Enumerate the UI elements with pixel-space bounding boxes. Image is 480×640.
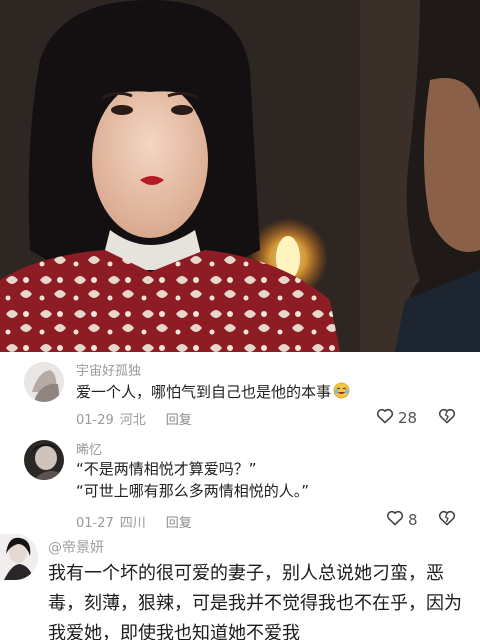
dislike-button[interactable] (438, 408, 456, 428)
comment-text: “不是两情相悦才算爱吗？” “可世上哪有那么多两情相悦的人。” (76, 458, 309, 502)
comment-list: 宇宙好孤独 爱一个人，哪怕气到自己也是他的本事 01-29 河北 回复 28 晞忆 … (0, 352, 480, 640)
comment-item: 晞忆 “不是两情相悦才算爱吗？” “可世上哪有那么多两情相悦的人。” 01-27… (0, 432, 480, 532)
avatar[interactable] (24, 362, 64, 402)
broken-heart-outline-icon (438, 510, 456, 530)
comment-line: “可世上哪有那么多两情相悦的人。” (76, 482, 310, 500)
comment-location: 河北 (119, 413, 146, 428)
username[interactable]: 宇宙好孤独 (76, 360, 141, 379)
heart-outline-icon (386, 510, 404, 530)
comment-meta: 01-27 四川 回复 (76, 512, 192, 531)
like-count: 28 (398, 409, 418, 427)
comment-date: 01-27 (76, 516, 114, 531)
like-count: 8 (408, 511, 418, 529)
like-button[interactable]: 8 (386, 510, 418, 530)
comment-meta: 01-29 河北 回复 (76, 409, 192, 428)
like-button[interactable]: 28 (376, 408, 417, 428)
comment-item: 宇宙好孤独 爱一个人，哪怕气到自己也是他的本事 01-29 河北 回复 28 (0, 352, 480, 432)
reply-button[interactable]: 回复 (166, 516, 192, 531)
username[interactable]: @帝景妍 (48, 537, 104, 557)
crying-laughing-emoji-icon (333, 382, 350, 405)
comment-text-body: 爱一个人，哪怕气到自己也是他的本事 (76, 383, 332, 401)
comment-item: @帝景妍 我有一个坏的很可爱的妻子，别人总说她刁蛮，恶毒，刻薄，狠辣，可是我并不… (0, 532, 480, 640)
comment-date: 01-29 (76, 413, 114, 428)
comment-line: “不是两情相悦才算爱吗？” (76, 460, 257, 478)
reply-button[interactable]: 回复 (166, 413, 192, 428)
broken-heart-outline-icon (438, 408, 456, 428)
comment-text: 我有一个坏的很可爱的妻子，别人总说她刁蛮，恶毒，刻薄，狠辣，可是我并不觉得我也不… (48, 563, 462, 640)
drama-scene-image (0, 0, 480, 352)
video-still (0, 0, 480, 352)
dislike-button[interactable] (438, 510, 456, 530)
heart-outline-icon (376, 408, 394, 428)
avatar[interactable] (0, 534, 38, 580)
avatar[interactable] (24, 440, 64, 480)
comment-text: 爱一个人，哪怕气到自己也是他的本事 (76, 381, 350, 405)
username[interactable]: 晞忆 (76, 439, 102, 458)
comment-location: 四川 (119, 516, 146, 531)
